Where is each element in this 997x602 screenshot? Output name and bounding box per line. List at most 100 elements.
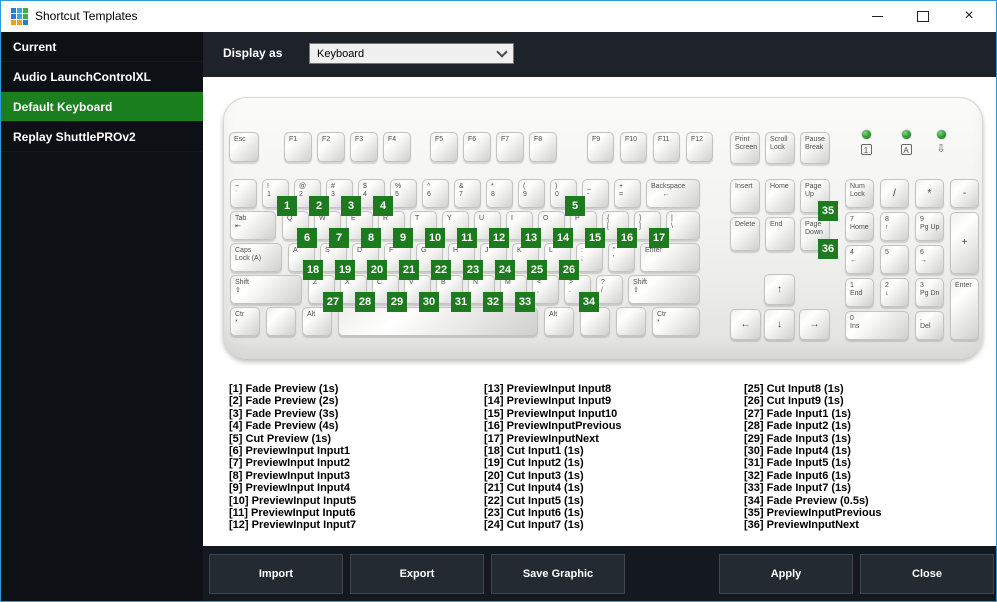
key-end: End (765, 217, 795, 251)
shortcut-badge-29: 29 (387, 292, 407, 312)
key-label: - (962, 187, 967, 199)
key-2: 2 ↓ (880, 278, 909, 307)
shortcut-badge-10: 10 (425, 228, 445, 248)
shortcut-badge-12: 12 (489, 228, 509, 248)
key-label: Delete (735, 221, 756, 228)
led-light-icon (936, 130, 946, 139)
key-label: 5 (885, 249, 889, 256)
legend-entry: [9] PreviewInput Input4 (229, 482, 351, 495)
key-label: ~ ` (235, 183, 240, 198)
legend-entry: [11] PreviewInput Input6 (229, 507, 356, 520)
legend-entry: [34] Fade Preview (0.5s) (744, 494, 869, 507)
maximize-button[interactable] (900, 1, 946, 31)
import-button[interactable]: Import (209, 554, 343, 594)
legend-entry: [1] Fade Preview (1s) (229, 383, 339, 395)
legend-entry: [31] Fade Input5 (1s) (744, 457, 851, 470)
key-5: % 5 (390, 179, 417, 208)
minimize-button[interactable] (854, 1, 900, 31)
key-label: % 5 (395, 183, 402, 198)
legend-entry: [33] Fade Input7 (1s) (744, 482, 851, 495)
key-alt: Alt (544, 307, 574, 336)
key-f9: F9 (587, 132, 614, 162)
key-blank: + (950, 212, 979, 274)
sidebar-item-default-keyboard[interactable]: Default Keyboard (1, 92, 203, 122)
key-label: 8 ↑ (885, 216, 889, 231)
display-as-label: Display as (223, 46, 283, 60)
display-as-dropdown[interactable]: Keyboard (309, 43, 514, 64)
key-blank: ↓ (764, 309, 795, 340)
key-label: Tab ⇤ (235, 215, 247, 230)
key-7: & 7 (454, 179, 481, 208)
key-f1: F1 (284, 132, 312, 162)
key-f10: F10 (620, 132, 647, 162)
legend-entry: [13] PreviewInput Input8 (484, 383, 612, 395)
key-label: 3 Pg Dn (920, 282, 940, 297)
legend-entry: [28] Fade Input2 (1s) (744, 420, 851, 433)
key-home: Home (765, 179, 795, 213)
key-ctr: Ctr * (652, 307, 700, 336)
key-label: Ctr * (657, 311, 667, 326)
shortcut-badge-16: 16 (617, 228, 637, 248)
key-label: ? / (601, 279, 605, 294)
led-indicator: 1 (858, 130, 874, 155)
key-label: Insert (735, 183, 753, 190)
shortcut-badge-14: 14 (553, 228, 573, 248)
shortcut-badge-26: 26 (559, 260, 579, 280)
shortcut-badge-24: 24 (495, 260, 515, 280)
legend-entry: [4] Fade Preview (4s) (229, 420, 339, 433)
key-2: @2 2 (294, 179, 329, 216)
key-blank: + = (614, 179, 641, 208)
sidebar-item-current[interactable]: Current (1, 32, 203, 62)
key-label: Num Lock (850, 183, 865, 198)
legend-entry: [27] Fade Input1 (1s) (744, 407, 851, 420)
legend-entry: [24] Cut Input7 (1s) (484, 519, 584, 532)
save-graphic-button[interactable]: Save Graphic (491, 554, 625, 594)
led-light-icon (901, 130, 911, 139)
key-label: F10 (625, 136, 638, 143)
key-label: & 7 (459, 183, 464, 198)
export-button[interactable]: Export (350, 554, 484, 594)
key-label: End (770, 221, 783, 228)
key-f6: F6 (463, 132, 491, 162)
shortcut-badge-17: 17 (649, 228, 669, 248)
legend-entry: [12] PreviewInput Input7 (229, 519, 357, 532)
legend-entry: [14] PreviewInput Input9 (484, 395, 612, 408)
key-label: * (927, 187, 932, 199)
legend-entry: [19] Cut Input2 (1s) (484, 457, 584, 470)
shortcut-badge-27: 27 (323, 292, 343, 312)
shortcut-badge-1: 1 (277, 196, 297, 216)
legend-entry: [6] PreviewInput Input1 (229, 445, 351, 458)
key-label: F4 (388, 136, 397, 143)
legend-entry: [26] Cut Input9 (1s) (744, 395, 844, 408)
key-8: * 8 (486, 179, 513, 208)
shortcut-templates-window: Shortcut Templates × Current Audio Launch… (0, 0, 997, 602)
template-sidebar: Current Audio LaunchControlXL Default Keyb… (1, 32, 203, 601)
legend-entry: [2] Fade Preview (2s) (229, 395, 339, 408)
sidebar-item-audio-launchcontrolxl[interactable]: Audio LaunchControlXL (1, 62, 203, 92)
key-page-down: Page Down 36 (800, 217, 838, 259)
shortcut-badge-6: 6 (297, 228, 317, 248)
apply-button[interactable]: Apply (719, 554, 853, 594)
legend-entry: [3] Fade Preview (3s) (229, 407, 339, 420)
app-logo-tile (17, 14, 22, 19)
key-label: _ - (587, 183, 591, 198)
shortcut-badge-2: 2 (309, 196, 329, 216)
key-u: U 12 (474, 211, 509, 248)
key-label: Print Screen (735, 136, 758, 151)
sidebar-item-replay-shuttleprov2[interactable]: Replay ShuttlePROv2 (1, 122, 203, 152)
key-label: 0 Ins (850, 315, 860, 330)
key-blank: * (915, 179, 944, 208)
key-label: F8 (534, 136, 543, 143)
key-3: #3 3 (326, 179, 361, 216)
shortcut-badge-21: 21 (399, 260, 419, 280)
key-label: F1 (289, 136, 298, 143)
key-5: 5 (880, 245, 909, 274)
shortcut-badge-23: 23 (463, 260, 483, 280)
shortcut-badge-35: 35 (818, 201, 838, 221)
close-window-button[interactable]: × (946, 1, 992, 31)
legend-entry: [8] PreviewInput Input3 (229, 469, 351, 482)
key-blank: }] 17 (634, 211, 669, 248)
close-button[interactable]: Close (860, 554, 994, 594)
key-blank: _ - (582, 179, 609, 208)
legend-entry: [21] Cut Input4 (1s) (484, 482, 584, 495)
